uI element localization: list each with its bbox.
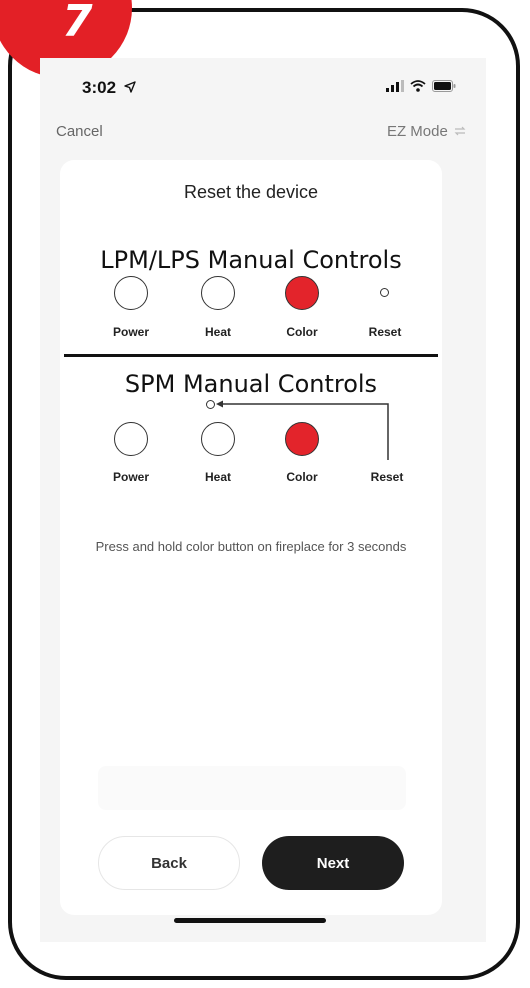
ez-mode-label: EZ Mode — [386, 123, 448, 140]
phone-screen: 3:02 Cancel EZ Mode Reset the device LPM — [40, 58, 486, 942]
status-time: 3:02 — [82, 78, 136, 98]
wifi-icon — [410, 80, 426, 92]
swap-icon — [454, 126, 466, 136]
home-indicator[interactable] — [174, 918, 326, 923]
time-text: 3:02 — [82, 78, 117, 97]
spm-heat-button — [201, 422, 235, 456]
lpm-color-label: Color — [286, 325, 318, 339]
lpm-section-title: LPM/LPS Manual Controls — [100, 246, 402, 274]
ez-mode-toggle[interactable]: EZ Mode — [387, 123, 466, 140]
lpm-heat-label: Heat — [204, 325, 231, 339]
spm-reset-label: Reset — [370, 470, 404, 484]
spm-section-title: SPM Manual Controls — [124, 370, 378, 398]
step-number: 7 — [62, 0, 93, 47]
lpm-reset-pinhole — [380, 288, 389, 297]
reset-card: Reset the device LPM/LPS Manual Controls… — [60, 160, 442, 915]
lpm-reset-label: Reset — [368, 325, 402, 339]
spm-heat-label: Heat — [204, 470, 231, 484]
spm-power-button — [114, 422, 148, 456]
status-icons — [386, 80, 456, 92]
signal-icon — [386, 80, 404, 92]
location-arrow-icon — [124, 81, 136, 93]
section-divider — [64, 354, 438, 357]
battery-icon — [432, 80, 456, 92]
instruction-text: Press and hold color button on fireplace… — [95, 539, 407, 554]
lpm-heat-button — [201, 276, 235, 310]
spm-color-label: Color — [286, 470, 318, 484]
spm-color-button — [285, 422, 319, 456]
lpm-power-button — [114, 276, 148, 310]
next-button[interactable]: Next — [262, 836, 404, 890]
back-button[interactable]: Back — [98, 836, 240, 890]
spm-power-label: Power — [112, 470, 149, 484]
lpm-color-button — [285, 276, 319, 310]
lpm-power-label: Power — [112, 325, 149, 339]
cancel-button[interactable]: Cancel — [56, 123, 103, 140]
placeholder-bar — [98, 766, 406, 810]
card-title: Reset the device — [183, 182, 319, 202]
